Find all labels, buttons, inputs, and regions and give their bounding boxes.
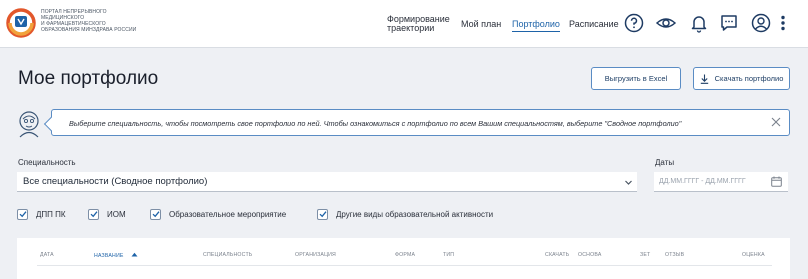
check-icon [19,211,27,218]
info-banner: Выберите специальность, чтобы посмотреть… [51,109,790,136]
chevron-down-icon [625,180,632,185]
checkbox-box[interactable] [317,208,328,220]
column-header-specialty[interactable]: СПЕЦИАЛЬНОСТЬ [203,252,252,258]
portal-logo[interactable] [6,8,36,38]
sort-ascending-icon [131,252,138,257]
checkbox-iom[interactable]: ИОМ [88,207,126,221]
close-icon[interactable] [770,116,782,128]
table-header-divider [37,265,772,266]
date-range-input[interactable]: ДД.ММ.ГГГГ - ДД.ММ.ГГГГ [654,172,788,192]
column-header-basis[interactable]: ОСНОВА [578,252,602,258]
more-vertical-icon[interactable] [774,13,792,33]
column-header-organization[interactable]: ОРГАНИЗАЦИЯ [295,252,336,258]
user-icon[interactable] [751,13,771,33]
column-header-zet[interactable]: ЗЕТ [640,252,650,258]
assistant-avatar-icon [19,111,39,138]
info-text: Выберите специальность, чтобы посмотреть… [69,119,682,128]
column-header-review[interactable]: ОТЗЫВ [665,252,684,258]
calendar-icon[interactable] [771,176,782,187]
column-header-rating[interactable]: ОЦЕНКА [742,252,765,258]
column-header-form[interactable]: ФОРМА [395,252,415,258]
column-header-name[interactable]: НАЗВАНИЕ [94,252,138,259]
specialty-select[interactable]: Все специальности (Сводное портфолио) [17,172,637,192]
help-icon[interactable] [624,13,644,33]
bell-icon[interactable] [689,13,709,33]
check-icon [90,211,98,218]
checkbox-box[interactable] [88,208,99,220]
nav-trajectory[interactable]: Формирование траектории [387,15,450,33]
dates-label: Даты [655,158,675,167]
checkbox-other-activities[interactable]: Другие виды образовательной активности [317,207,493,221]
checkbox-box[interactable] [17,208,28,220]
checkbox-educational-event[interactable]: Образовательное мероприятие [150,207,286,221]
download-portfolio-button[interactable]: Скачать портфолио [693,67,790,90]
specialty-label: Специальность [18,158,76,167]
column-header-type[interactable]: ТИП [443,252,454,258]
export-excel-button[interactable]: Выгрузить в Excel [591,67,681,90]
top-header: ПОРТАЛ НЕПРЕРЫВНОГО МЕДИЦИНСКОГО И ФАРМА… [0,0,808,48]
column-header-date[interactable]: ДАТА [40,252,54,258]
portal-name: ПОРТАЛ НЕПРЕРЫВНОГО МЕДИЦИНСКОГО И ФАРМА… [41,9,137,33]
chat-icon[interactable] [719,13,739,33]
checkbox-box[interactable] [150,208,161,220]
column-header-download[interactable]: СКАЧАТЬ [545,252,569,258]
checkbox-dpp-pk[interactable]: ДПП ПК [17,207,66,221]
nav-schedule[interactable]: Расписание [569,19,619,29]
portfolio-table: ДАТА НАЗВАНИЕ СПЕЦИАЛЬНОСТЬ ОРГАНИЗАЦИЯ … [17,238,790,279]
check-icon [319,211,327,218]
nav-portfolio[interactable]: Портфолио [512,19,560,32]
nav-my-plan[interactable]: Мой план [461,19,501,29]
eye-icon[interactable] [656,13,676,33]
download-icon [700,74,708,84]
page-title: Мое портфолио [18,68,159,89]
check-icon [152,211,160,218]
